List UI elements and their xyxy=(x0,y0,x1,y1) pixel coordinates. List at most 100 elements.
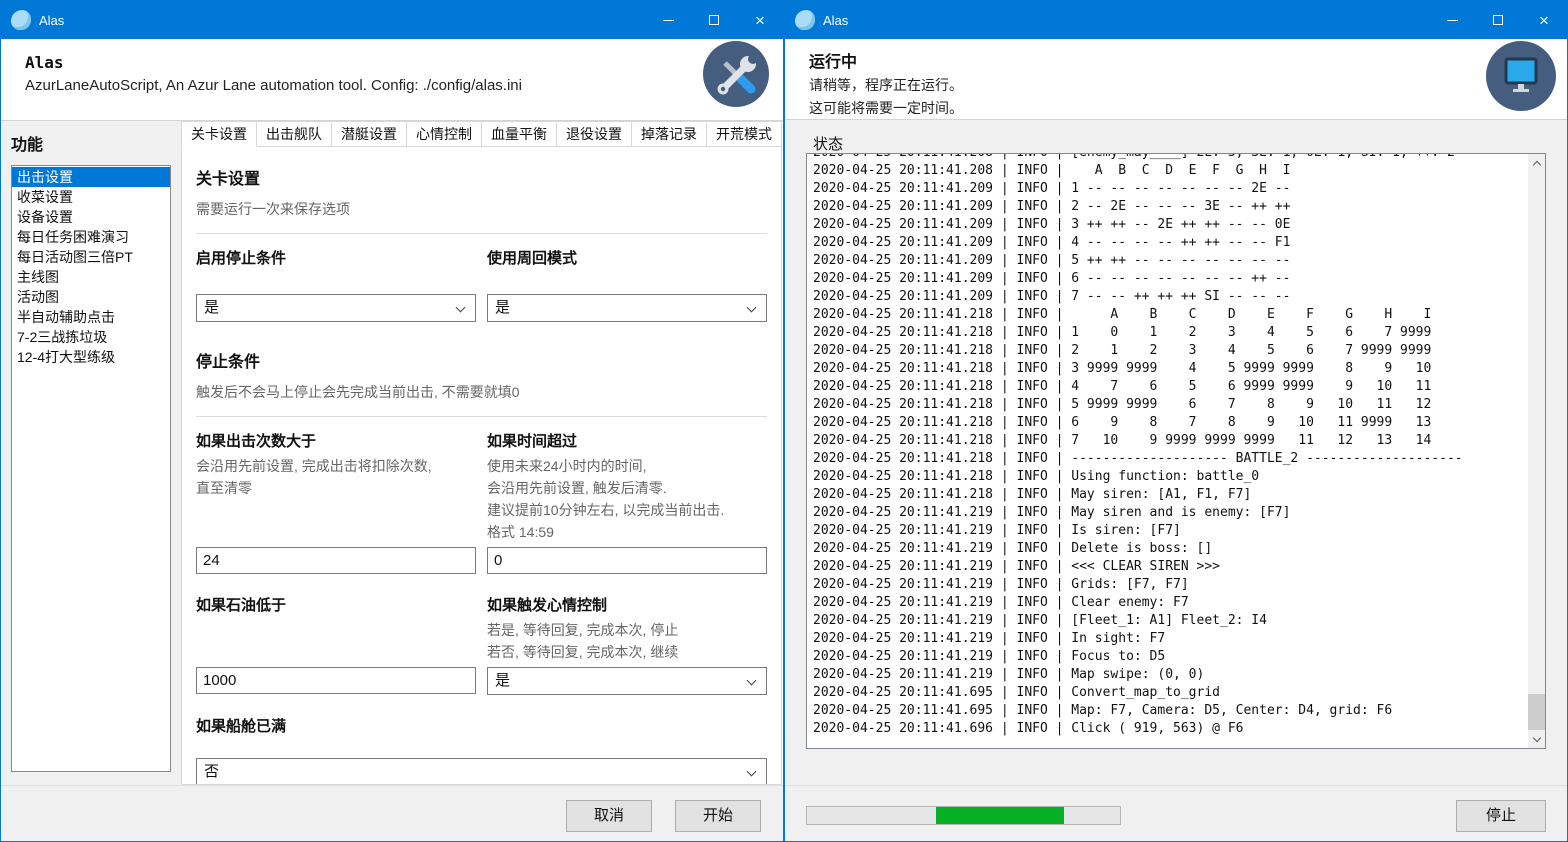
sidebar-item[interactable]: 7-2三战拣垃圾 xyxy=(12,327,170,347)
scroll-down-button[interactable] xyxy=(1528,731,1545,748)
chevron-down-icon xyxy=(747,303,757,313)
chevron-down-icon xyxy=(747,767,757,777)
progress-bar xyxy=(806,806,1121,825)
sidebar-item[interactable]: 12-4打大型练级 xyxy=(12,347,170,367)
if-oil-input[interactable] xyxy=(196,667,476,694)
scroll-up-button[interactable] xyxy=(1528,154,1545,171)
app-subtitle: AzurLaneAutoScript, An Azur Lane automat… xyxy=(25,77,783,94)
log-line: 2020-04-25 20:11:41.218 | INFO | 1 0 1 2… xyxy=(813,324,1528,342)
titlebar[interactable]: Alas × xyxy=(1,1,783,39)
field-desc-if-emotion: 若是, 等待回复, 完成本次, 停止 若否, 等待回复, 完成本次, 继续 xyxy=(487,619,767,667)
enable-stop-value: 是 xyxy=(204,299,219,316)
chevron-down-icon xyxy=(456,303,466,313)
field-label-if-oil: 如果石油低于 xyxy=(196,594,476,615)
tab-item[interactable]: 血量平衡 xyxy=(482,121,557,147)
tools-icon xyxy=(703,41,769,107)
start-button[interactable]: 开始 xyxy=(675,800,761,832)
log-line: 2020-04-25 20:11:41.219 | INFO | Focus t… xyxy=(813,648,1528,666)
config-body: 功能 出击设置收菜设置设备设置每日任务困难演习每日活动图三倍PT主线图活动图半自… xyxy=(1,121,783,785)
minimize-button[interactable] xyxy=(645,1,691,39)
scrollbar-thumb[interactable] xyxy=(1528,694,1545,730)
tab-page: 关卡设置 需要运行一次来保存选项 启用停止条件 是 使用周回模式 xyxy=(181,147,782,785)
close-button[interactable]: × xyxy=(1521,1,1567,39)
titlebar[interactable]: Alas × xyxy=(785,1,1567,39)
sidebar-item[interactable]: 收菜设置 xyxy=(12,187,170,207)
cancel-button[interactable]: 取消 xyxy=(566,800,652,832)
loop-mode-value: 是 xyxy=(495,299,510,316)
log-line: 2020-04-25 20:11:41.218 | INFO | 5 9999 … xyxy=(813,396,1528,414)
tab-item[interactable]: 开荒模式 xyxy=(707,121,782,147)
log-line: 2020-04-25 20:11:41.209 | INFO | 1 -- --… xyxy=(813,180,1528,198)
sidebar-item[interactable]: 每日任务困难演习 xyxy=(12,227,170,247)
if-emotion-select[interactable]: 是 xyxy=(487,667,767,695)
if-dock-value: 否 xyxy=(204,763,219,780)
log-line: 2020-04-25 20:11:41.219 | INFO | In sigh… xyxy=(813,630,1528,648)
stop-button[interactable]: 停止 xyxy=(1456,800,1546,832)
sidebar-item[interactable]: 设备设置 xyxy=(12,207,170,227)
log-line: 2020-04-25 20:11:41.218 | INFO | 6 9 8 7… xyxy=(813,414,1528,432)
log-line: 2020-04-25 20:11:41.219 | INFO | Clear e… xyxy=(813,594,1528,612)
close-icon: × xyxy=(755,12,765,29)
app-logo-icon xyxy=(11,10,31,30)
if-dock-select[interactable]: 否 xyxy=(196,758,767,785)
maximize-icon xyxy=(709,15,719,25)
chevron-down-icon xyxy=(747,676,757,686)
app-title: Alas xyxy=(25,53,783,72)
runner-status-line1: 请稍等，程序正在运行。 xyxy=(809,75,1567,95)
page-desc: 需要运行一次来保存选项 xyxy=(196,199,767,220)
log-line: 2020-04-25 20:11:41.696 | INFO | Click (… xyxy=(813,720,1528,738)
config-window: Alas × Alas AzurLaneAutoScript, An Azur … xyxy=(0,0,784,842)
minimize-icon xyxy=(1447,20,1458,21)
tab-item[interactable]: 心情控制 xyxy=(407,121,482,147)
section-title-stop-condition: 停止条件 xyxy=(196,348,767,372)
log-line: 2020-04-25 20:11:41.219 | INFO | Is sire… xyxy=(813,522,1528,540)
log-line: 2020-04-25 20:11:41.218 | INFO | -------… xyxy=(813,450,1528,468)
enable-stop-select[interactable]: 是 xyxy=(196,294,476,322)
sidebar-item[interactable]: 主线图 xyxy=(12,267,170,287)
sidebar-item[interactable]: 出击设置 xyxy=(12,167,170,187)
field-label-if-emotion: 如果触发心情控制 xyxy=(487,594,767,615)
tab-item[interactable]: 掉落记录 xyxy=(632,121,707,147)
maximize-button[interactable] xyxy=(691,1,737,39)
app-logo-icon xyxy=(795,10,815,30)
log-line: 2020-04-25 20:11:41.218 | INFO | 4 7 6 5… xyxy=(813,378,1528,396)
field-label-if-count: 如果出击次数大于 xyxy=(196,430,476,451)
log-line: 2020-04-25 20:11:41.208 | INFO | A B C D… xyxy=(813,162,1528,180)
sidebar-item[interactable]: 活动图 xyxy=(12,287,170,307)
tab-active[interactable]: 关卡设置 xyxy=(181,121,257,147)
log-line: 2020-04-25 20:11:41.218 | INFO | 7 10 9 … xyxy=(813,432,1528,450)
log-line: 2020-04-25 20:11:41.209 | INFO | 2 -- 2E… xyxy=(813,198,1528,216)
runner-status-title: 运行中 xyxy=(809,48,1567,72)
sidebar-item[interactable]: 每日活动图三倍PT xyxy=(12,247,170,267)
sidebar: 功能 出击设置收菜设置设备设置每日任务困难演习每日活动图三倍PT主线图活动图半自… xyxy=(1,121,181,785)
log-line: 2020-04-25 20:11:41.209 | INFO | 4 -- --… xyxy=(813,234,1528,252)
page-title: 关卡设置 xyxy=(196,165,767,189)
field-label-enable-stop: 启用停止条件 xyxy=(196,247,476,268)
field-label-if-time: 如果时间超过 xyxy=(487,430,767,451)
status-label: 状态 xyxy=(813,133,843,154)
if-time-input[interactable] xyxy=(487,547,767,574)
runner-window: Alas × 运行中 请稍等，程序正在运行。 这可能将需要一定时间。 状态 20… xyxy=(784,0,1568,842)
maximize-button[interactable] xyxy=(1475,1,1521,39)
log-line: 2020-04-25 20:11:41.219 | INFO | Delete … xyxy=(813,540,1528,558)
log-line: 2020-04-25 20:11:41.218 | INFO | Using f… xyxy=(813,468,1528,486)
minimize-icon xyxy=(663,20,674,21)
close-button[interactable]: × xyxy=(737,1,783,39)
sidebar-item[interactable]: 半自动辅助点击 xyxy=(12,307,170,327)
window-title: Alas xyxy=(39,13,64,28)
tab-item[interactable]: 潜艇设置 xyxy=(332,121,407,147)
loop-mode-select[interactable]: 是 xyxy=(487,294,767,322)
if-count-input[interactable] xyxy=(196,547,476,574)
log-scrollbar[interactable] xyxy=(1528,154,1545,748)
minimize-button[interactable] xyxy=(1429,1,1475,39)
log-line: 2020-04-25 20:11:41.219 | INFO | Grids: … xyxy=(813,576,1528,594)
close-icon: × xyxy=(1539,12,1549,29)
tab-area: 关卡设置出击舰队潜艇设置心情控制血量平衡退役设置掉落记录开荒模式 关卡设置 需要… xyxy=(181,121,788,785)
log-line: 2020-04-25 20:11:41.218 | INFO | May sir… xyxy=(813,486,1528,504)
log-line: 2020-04-25 20:11:41.695 | INFO | Map: F7… xyxy=(813,702,1528,720)
tab-item[interactable]: 出击舰队 xyxy=(257,121,332,147)
log-line: 2020-04-25 20:11:41.218 | INFO | 2 1 2 3… xyxy=(813,342,1528,360)
field-label-if-dock: 如果船舱已满 xyxy=(196,715,767,736)
tab-item[interactable]: 退役设置 xyxy=(557,121,632,147)
app-header: Alas AzurLaneAutoScript, An Azur Lane au… xyxy=(1,39,783,121)
